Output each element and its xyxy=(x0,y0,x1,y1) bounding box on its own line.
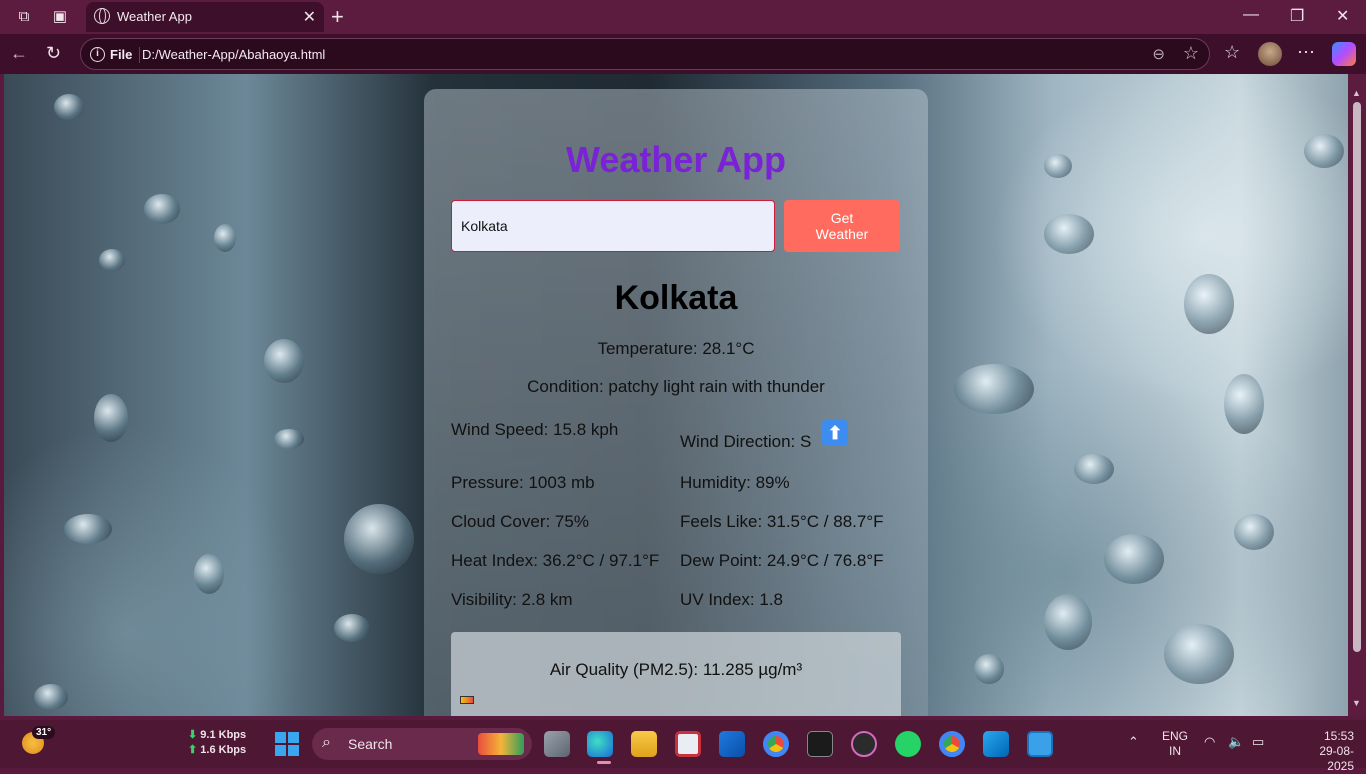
globe-icon xyxy=(94,8,110,24)
weather-temperature: 31° xyxy=(32,726,56,739)
address-scheme-label: File xyxy=(110,47,133,62)
visibility: Visibility: 2.8 km xyxy=(451,590,573,609)
volume-icon[interactable]: 🔈 xyxy=(1228,734,1244,750)
dew-point: Dew Point: 24.9°C / 76.8°F xyxy=(680,551,884,570)
address-bar-row: ← ↻ i File D:/Weather-App/Abahaoya.html … xyxy=(0,34,1366,74)
tab-actions-icon[interactable]: ▣ xyxy=(50,7,70,27)
news-app-icon[interactable] xyxy=(675,731,701,757)
copilot-icon[interactable] xyxy=(1332,42,1356,66)
weather-card: Weather App GetWeather Kolkata Temperatu… xyxy=(424,89,928,716)
pressure: Pressure: 1003 mb xyxy=(451,473,595,492)
close-tab-icon[interactable]: ✕ xyxy=(303,7,316,27)
back-button[interactable]: ← xyxy=(10,43,28,64)
search-label: Search xyxy=(348,736,393,752)
new-tab-button[interactable]: + xyxy=(331,4,344,30)
upload-arrow-icon: ⬆ xyxy=(188,744,198,756)
minimize-button[interactable]: — xyxy=(1243,6,1259,24)
chrome-icon[interactable] xyxy=(763,731,789,757)
favorite-star-icon[interactable]: ☆ xyxy=(1183,43,1199,64)
address-url[interactable]: D:/Weather-App/Abahaoya.html xyxy=(142,47,325,62)
edge-browser-icon[interactable] xyxy=(587,731,613,757)
upload-speed: 1.6 Kbps xyxy=(200,744,247,756)
get-weather-button[interactable]: Get Weather xyxy=(784,200,900,252)
get-weather-label-line2: Weather xyxy=(815,226,869,242)
battery-icon[interactable]: ▭ xyxy=(1252,734,1264,750)
close-window-button[interactable]: ✕ xyxy=(1336,6,1349,26)
get-weather-label-line1: Get xyxy=(830,210,854,226)
language-code: ENG xyxy=(1162,729,1189,743)
feels-like: Feels Like: 31.5°C / 88.7°F xyxy=(680,512,884,531)
file-explorer-icon[interactable] xyxy=(631,731,657,757)
cloud-cover: Cloud Cover: 75% xyxy=(451,512,589,531)
outlook-icon[interactable] xyxy=(719,731,745,757)
heat-index: Heat Index: 36.2°C / 97.1°F xyxy=(451,551,660,570)
vscode-icon[interactable] xyxy=(983,731,1009,757)
browser-tab-bar: ⧉ ▣ Weather App ✕ + — ❐ ✕ xyxy=(0,0,1366,34)
wind-speed: Wind Speed: 15.8 kph xyxy=(451,420,619,439)
download-speed: 9.1 Kbps xyxy=(200,729,247,741)
download-arrow-icon: ⬇ xyxy=(188,729,198,741)
city-search-input[interactable] xyxy=(451,200,775,252)
divider xyxy=(139,47,140,63)
temperature: Temperature: 28.1°C xyxy=(597,339,755,358)
air-quality-panel: Air Quality (PM2.5): 11.285 µg/m³ xyxy=(451,632,901,716)
language-indicator[interactable]: ENG IN xyxy=(1162,729,1188,759)
active-app-indicator xyxy=(597,761,611,764)
zoom-icon[interactable]: ⊖ xyxy=(1152,45,1165,63)
search-highlight-image xyxy=(478,733,524,755)
condition: Condition: patchy light rain with thunde… xyxy=(527,377,825,396)
taskbar-search[interactable]: ⌕ Search xyxy=(312,728,532,760)
wind-direction: Wind Direction: S xyxy=(680,432,812,451)
scroll-down-icon[interactable]: ▼ xyxy=(1352,698,1361,708)
page-viewport: Weather App GetWeather Kolkata Temperatu… xyxy=(4,74,1348,716)
info-icon[interactable]: i xyxy=(90,47,105,62)
city-name: Kolkata xyxy=(614,279,738,317)
clock-time: 15:53 xyxy=(1323,729,1354,743)
app-title: Weather App xyxy=(565,139,787,180)
network-speed: ⬇ 9.1 Kbps ⬆ 1.6 Kbps xyxy=(188,728,246,758)
start-button[interactable] xyxy=(275,732,299,756)
maximize-button[interactable]: ❐ xyxy=(1290,6,1304,26)
humidity: Humidity: 89% xyxy=(680,473,790,492)
air-quality-value: Air Quality (PM2.5): 11.285 µg/m³ xyxy=(549,660,803,679)
media-player-icon[interactable] xyxy=(851,731,877,757)
workspaces-icon[interactable]: ⧉ xyxy=(14,7,34,27)
scroll-up-icon[interactable]: ▲ xyxy=(1352,88,1361,98)
weather-widget[interactable]: 31° xyxy=(22,726,56,754)
system-clock[interactable]: 15:53 29-08-2025 xyxy=(1306,729,1354,774)
more-menu-icon[interactable]: ⋯ xyxy=(1297,42,1315,63)
terminal-icon[interactable] xyxy=(807,731,833,757)
search-icon: ⌕ xyxy=(322,734,331,751)
region-code: IN xyxy=(1169,744,1181,758)
tab-title: Weather App xyxy=(117,9,192,24)
notepad-icon[interactable] xyxy=(1027,731,1053,757)
wifi-icon[interactable]: ◠ xyxy=(1204,734,1215,750)
address-bar[interactable]: i File D:/Weather-App/Abahaoya.html ⊖ ☆ xyxy=(80,38,1210,70)
task-view-icon[interactable] xyxy=(544,731,570,757)
page-scrollbar[interactable]: ▲ ▼ xyxy=(1348,74,1366,716)
wind-direction-arrow-icon: ⬆ xyxy=(822,420,848,446)
favorites-icon[interactable]: ☆ xyxy=(1224,42,1240,63)
whatsapp-icon[interactable] xyxy=(895,731,921,757)
uv-index: UV Index: 1.8 xyxy=(680,590,784,609)
chrome-profile-icon[interactable] xyxy=(939,731,965,757)
scrollbar-thumb[interactable] xyxy=(1353,102,1361,652)
profile-avatar[interactable] xyxy=(1258,42,1282,66)
tab-weather-app[interactable]: Weather App ✕ xyxy=(86,2,324,32)
clock-date: 29-08-2025 xyxy=(1319,744,1354,773)
taskbar: 31° ⬇ 9.1 Kbps ⬆ 1.6 Kbps ⌕ Search ⌃ ENG… xyxy=(0,720,1366,773)
show-hidden-icons[interactable]: ⌃ xyxy=(1128,734,1139,750)
refresh-button[interactable]: ↻ xyxy=(46,43,61,64)
air-quality-indicator xyxy=(460,696,474,704)
